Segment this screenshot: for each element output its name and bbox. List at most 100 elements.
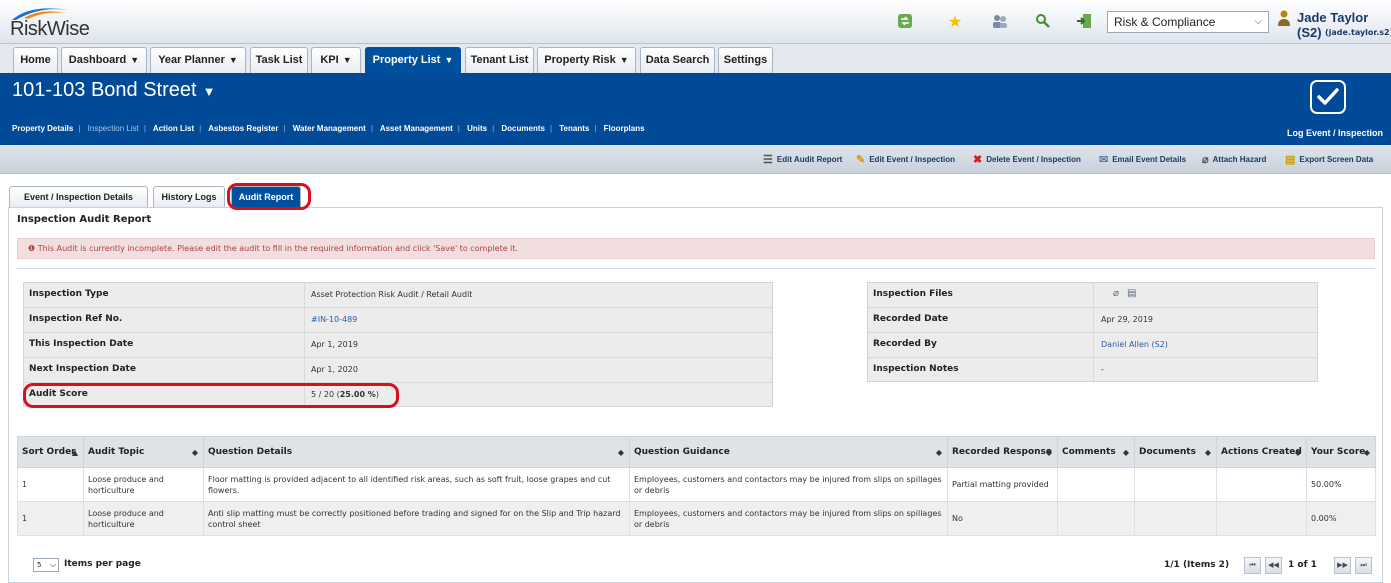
- tab-audit-report[interactable]: Audit Report: [231, 186, 301, 207]
- edit-audit-report-button[interactable]: ☰ Edit Audit Report: [763, 153, 842, 167]
- nav-tab-property-risk[interactable]: Property Risk ▼: [537, 47, 636, 73]
- toolbar-label: Export Screen Data: [1299, 155, 1374, 165]
- pager-summary: 1/1 (Items 2): [1164, 560, 1230, 570]
- inspection-notes-value: -: [1101, 365, 1104, 374]
- email-event-button[interactable]: ✉ Email Event Details: [1099, 153, 1186, 167]
- nav-tab-data-search[interactable]: Data Search: [640, 47, 715, 73]
- nav-tab-tenant-list[interactable]: Tenant List: [465, 47, 534, 73]
- content-tabs: Event / Inspection Details History Logs …: [0, 174, 1391, 207]
- col-header-recorded-response[interactable]: Recorded Response ◆: [947, 436, 1058, 468]
- export-screen-button[interactable]: ▤ Export Screen Data: [1285, 153, 1373, 167]
- col-header-question-details[interactable]: Question Details ◆: [203, 436, 630, 468]
- delete-event-button[interactable]: ✖ Delete Event / Inspection: [973, 153, 1081, 167]
- user-login: (jade.taylor.s2): [1325, 28, 1391, 37]
- logo-text: RiskWise: [10, 18, 90, 40]
- warning-icon: ❶: [28, 244, 36, 253]
- delete-icon: ✖: [973, 154, 983, 166]
- subnav-inspection-list[interactable]: Inspection List: [88, 124, 139, 133]
- col-header-label: Actions Created: [1221, 447, 1302, 457]
- prev-page-icon[interactable]: ◀◀: [1265, 557, 1282, 574]
- inspection-ref-link[interactable]: #IN-10-489: [311, 315, 357, 324]
- property-subnav: Property Details | Inspection List | Actio…: [12, 124, 645, 133]
- subnav-property-details[interactable]: Property Details: [12, 124, 73, 133]
- toolbar-label: Delete Event / Inspection: [986, 155, 1081, 165]
- people-icon[interactable]: [989, 10, 1011, 32]
- subnav-tenants[interactable]: Tenants: [559, 124, 589, 133]
- col-header-actions-created[interactable]: Actions Created ◆: [1216, 436, 1307, 468]
- sort-icon: ◆: [1294, 448, 1301, 457]
- caret-down-icon: ▼: [130, 55, 140, 65]
- audit-score-value: 5 / 20 (25.00 %): [311, 390, 379, 399]
- col-header-label: Sort Order: [22, 447, 76, 457]
- toolbar-label: Edit Audit Report: [776, 155, 843, 165]
- search-icon[interactable]: [1032, 10, 1054, 32]
- col-header-audit-topic[interactable]: Audit Topic ◆: [83, 436, 204, 468]
- col-header-question-guidance[interactable]: Question Guidance ◆: [629, 436, 948, 468]
- report-title: Inspection Audit Report: [17, 214, 152, 225]
- cell-your-score: 0.00%: [1306, 501, 1376, 536]
- export-icon: ▤: [1285, 154, 1296, 166]
- star-icon[interactable]: ★: [944, 10, 966, 32]
- user-menu[interactable]: Jade Taylor (S2) (jade.taylor.s2): [1277, 8, 1391, 40]
- first-page-icon[interactable]: ⏮: [1244, 557, 1261, 574]
- col-header-documents[interactable]: Documents ◆: [1134, 436, 1217, 468]
- info-label: Audit Score: [29, 389, 88, 399]
- cell-your-score: 50.00%: [1306, 467, 1376, 502]
- edit-event-button[interactable]: ✎ Edit Event / Inspection: [856, 153, 955, 167]
- swap-icon[interactable]: [894, 10, 916, 32]
- attach-hazard-button[interactable]: ⌀ Attach Hazard: [1202, 153, 1266, 167]
- table-row[interactable]: 1 Loose produce and horticulture Anti sl…: [17, 501, 1376, 536]
- checkmark-icon: [1310, 80, 1346, 114]
- table-row[interactable]: 1 Loose produce and horticulture Floor m…: [17, 467, 1376, 502]
- property-title[interactable]: 101-103 Bond Street ▼: [12, 79, 215, 102]
- subnav-documents[interactable]: Documents: [501, 124, 545, 133]
- info-row: Audit Score 5 / 20 (25.00 %): [24, 383, 772, 408]
- top-bar: RiskWise ★ Risk & Compliance ⌵ Jade Tayl…: [0, 0, 1391, 44]
- info-row: Recorded By Daniel Allen (S2): [868, 333, 1317, 358]
- nav-tab-dashboard[interactable]: Dashboard ▼: [61, 47, 147, 73]
- sort-icon: ◆: [191, 448, 198, 457]
- nav-tab-settings[interactable]: Settings: [718, 47, 773, 73]
- log-event-button[interactable]: Log Event / Inspection: [1283, 78, 1387, 142]
- last-page-icon[interactable]: ⏭: [1355, 557, 1372, 574]
- sort-icon: ◆: [1045, 448, 1052, 457]
- role-select[interactable]: Risk & Compliance ⌵: [1107, 11, 1269, 33]
- logout-icon[interactable]: [1073, 10, 1095, 32]
- nav-tab-home[interactable]: Home: [13, 47, 58, 73]
- subnav-units[interactable]: Units: [467, 124, 487, 133]
- property-title-text: 101-103 Bond Street: [12, 79, 197, 101]
- subnav-asbestos-register[interactable]: Asbestos Register: [208, 124, 278, 133]
- sort-icon: ◆: [1204, 448, 1211, 457]
- user-icon: [1277, 10, 1291, 30]
- col-header-label: Question Details: [208, 447, 293, 457]
- recorded-date-value: Apr 29, 2019: [1101, 315, 1154, 324]
- paperclip-icon[interactable]: ⌀: [1113, 288, 1119, 299]
- riskwise-logo[interactable]: RiskWise: [10, 4, 100, 40]
- nav-tab-year-planner[interactable]: Year Planner ▼: [150, 47, 246, 73]
- tab-history-logs[interactable]: History Logs: [153, 186, 225, 207]
- subnav-action-list[interactable]: Action List: [153, 124, 194, 133]
- tab-label: Audit Report: [238, 192, 294, 202]
- col-header-your-score[interactable]: Your Score ◆: [1306, 436, 1376, 468]
- list-icon: ☰: [763, 154, 773, 166]
- this-inspection-date-value: Apr 1, 2019: [311, 340, 358, 349]
- items-per-page-select[interactable]: 5 ⌵: [33, 558, 59, 572]
- toolbar-label: Attach Hazard: [1212, 155, 1267, 165]
- nav-tab-kpi[interactable]: KPI ▼: [311, 47, 361, 73]
- table-icon[interactable]: ▤: [1127, 288, 1136, 299]
- tab-event-inspection-details[interactable]: Event / Inspection Details: [9, 186, 148, 207]
- subnav-asset-management[interactable]: Asset Management: [380, 124, 453, 133]
- info-row: Recorded Date Apr 29, 2019: [868, 308, 1317, 333]
- recorded-by-link[interactable]: Daniel Allen (S2): [1101, 340, 1168, 349]
- info-label: Inspection Ref No.: [29, 314, 123, 324]
- sort-icon: ◆: [935, 448, 942, 457]
- nav-tab-property-list[interactable]: Property List ▼: [365, 47, 461, 73]
- nav-tab-task-list[interactable]: Task List: [250, 47, 308, 73]
- nav-tab-label: Task List: [255, 54, 303, 66]
- next-page-icon[interactable]: ▶▶: [1334, 557, 1351, 574]
- col-header-sort-order[interactable]: Sort Order ▲: [17, 436, 84, 468]
- subnav-water-management[interactable]: Water Management: [293, 124, 366, 133]
- subnav-floorplans[interactable]: Floorplans: [604, 124, 645, 133]
- col-header-comments[interactable]: Comments ◆: [1057, 436, 1135, 468]
- info-label: Recorded By: [873, 339, 937, 349]
